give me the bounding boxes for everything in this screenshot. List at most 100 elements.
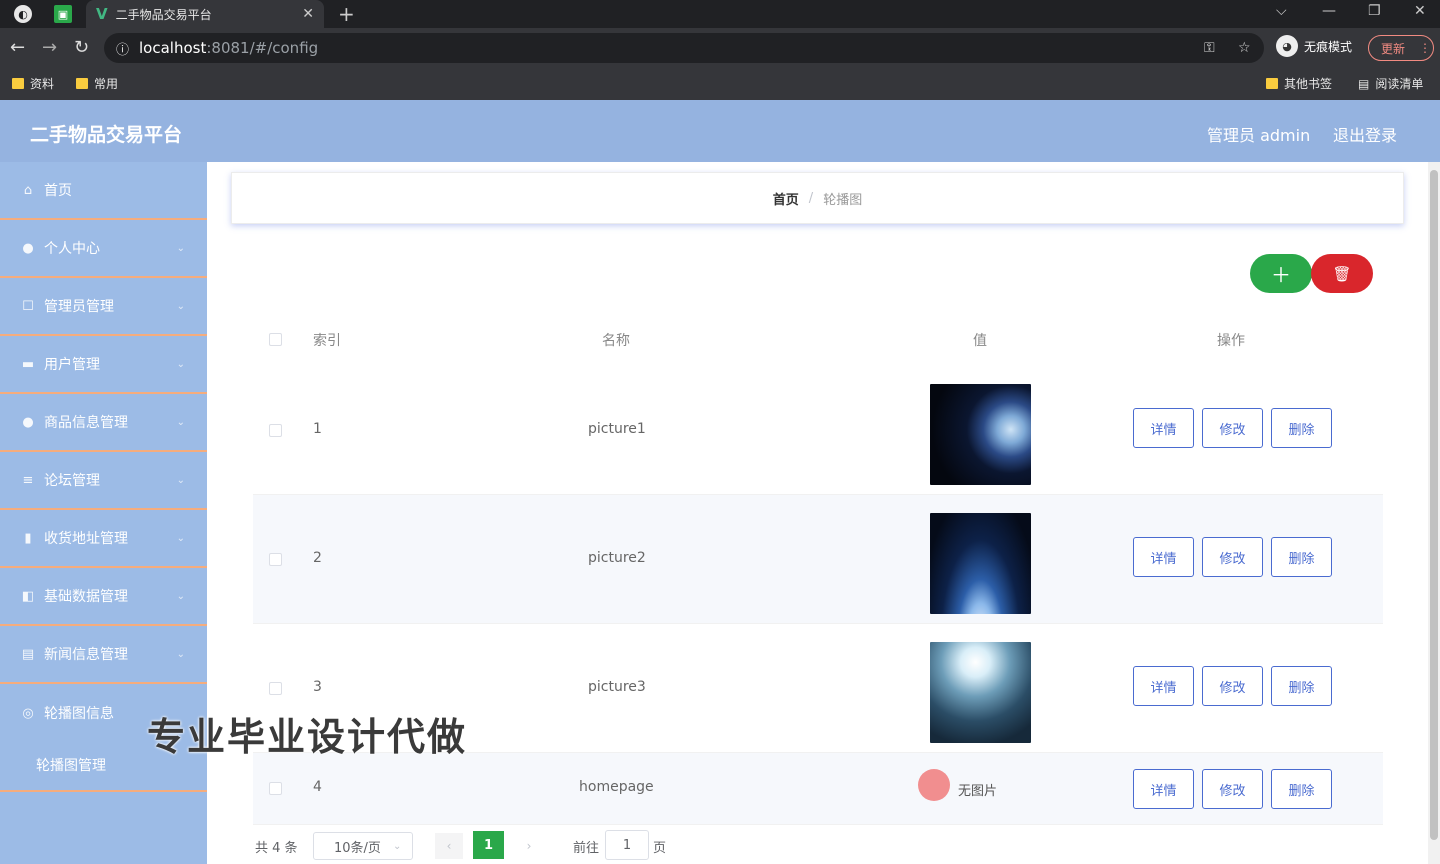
detail-button[interactable]: 详情 (1133, 537, 1194, 577)
current-user: 管理员 admin (1207, 126, 1311, 145)
reading-list[interactable]: ▤ 阅读清单 (1358, 75, 1423, 92)
chevron-down-icon: ⌄ (176, 474, 185, 486)
chevron-down-icon: ⌄ (176, 242, 185, 254)
app-title: 二手物品交易平台 (30, 124, 183, 146)
bookmark-folder-1[interactable]: 常用 (76, 75, 118, 92)
detail-button[interactable]: 详情 (1133, 408, 1194, 448)
edit-button[interactable]: 修改 (1202, 666, 1263, 706)
carousel-image[interactable] (930, 513, 1031, 614)
sidebar-item-label: 轮播图信息 (44, 706, 114, 722)
sidebar-item-label: 基础数据管理 (44, 589, 128, 605)
row-checkbox[interactable] (269, 424, 282, 437)
admin-icon: ☐ (22, 298, 34, 314)
row-checkbox[interactable] (269, 682, 282, 695)
back-icon[interactable]: ← (10, 37, 25, 58)
bookmark-label: 其他书签 (1284, 77, 1333, 91)
add-button[interactable]: ＋ (1250, 254, 1312, 293)
detail-button[interactable]: 详情 (1133, 666, 1194, 706)
edit-button[interactable]: 修改 (1202, 769, 1263, 809)
bookmark-folder-0[interactable]: 资料 (12, 75, 54, 92)
header-name: 名称 (602, 333, 630, 349)
breadcrumb: 首页 / 轮播图 (231, 172, 1404, 224)
row-actions: 详情 修改 删除 (1133, 408, 1332, 448)
data-icon: ◧ (21, 588, 35, 604)
bookmark-label: 资料 (30, 77, 55, 91)
vue-logo-icon: V (96, 5, 108, 23)
sidebar-item-address[interactable]: ▮ 收货地址管理 ⌄ (0, 510, 207, 568)
minimize-icon[interactable]: — (1322, 3, 1336, 19)
new-tab-icon[interactable]: + (338, 2, 355, 26)
carousel-image[interactable] (930, 642, 1031, 743)
sidebar-item-label: 用户管理 (44, 357, 100, 373)
page-size-select[interactable]: 10条/页 ⌄ (313, 832, 413, 860)
sidebar-item-profile[interactable]: ● 个人中心 ⌄ (0, 220, 207, 278)
row-name: homepage (579, 779, 654, 795)
browser-menu-icon[interactable]: ◐ (14, 5, 32, 23)
incognito-label: 无痕模式 (1304, 39, 1353, 54)
watermark-text: 专业毕业设计代做 (147, 715, 468, 759)
restore-icon[interactable]: ❐ (1368, 3, 1381, 19)
edit-button[interactable]: 修改 (1202, 537, 1263, 577)
next-page-icon[interactable]: › (515, 833, 543, 859)
table-header: 索引 名称 值 操作 (253, 312, 1383, 366)
folder-icon (1266, 78, 1278, 89)
detail-button[interactable]: 详情 (1133, 769, 1194, 809)
sidebar-item-label: 商品信息管理 (44, 415, 128, 431)
key-icon[interactable]: ⚿ (1204, 40, 1215, 56)
bookmark-label: 阅读清单 (1375, 77, 1424, 91)
current-page[interactable]: 1 (473, 831, 504, 859)
app-tab-icon[interactable]: ▣ (54, 5, 72, 23)
scrollbar-thumb[interactable] (1430, 170, 1438, 840)
cursor-highlight (918, 769, 950, 801)
forward-icon[interactable]: → (42, 37, 57, 58)
prev-page-icon[interactable]: ‹ (435, 833, 463, 859)
tab-close-icon[interactable]: ✕ (302, 6, 314, 22)
sidebar-item-forum[interactable]: ≡ 论坛管理 ⌄ (0, 452, 207, 510)
delete-button[interactable]: 删除 (1271, 769, 1332, 809)
app-header: 二手物品交易平台 管理员 admin 退出登录 (0, 100, 1440, 162)
update-button[interactable]: 更新 ⋮ (1368, 35, 1434, 61)
header-ops: 操作 (1217, 333, 1245, 349)
goto-page-input[interactable]: 1 (605, 830, 649, 860)
row-index: 2 (313, 550, 322, 566)
url-field[interactable]: ⓘ localhost:8081/#/config ⚿ ☆ (104, 33, 1264, 63)
tab-title: 二手物品交易平台 (115, 7, 212, 22)
plus-icon: ＋ (1271, 263, 1291, 287)
breadcrumb-home[interactable]: 首页 (773, 189, 799, 208)
carousel-image[interactable] (930, 384, 1031, 485)
header-index: 索引 (313, 333, 341, 349)
browser-tab[interactable]: V 二手物品交易平台 ✕ (86, 0, 324, 28)
table-row: 1 picture1 详情 修改 删除 (253, 366, 1383, 495)
row-checkbox[interactable] (269, 553, 282, 566)
sidebar-item-label: 新闻信息管理 (44, 647, 128, 663)
page-size-value: 10条/页 (334, 840, 381, 856)
close-window-icon[interactable]: ✕ (1414, 3, 1426, 19)
delete-button[interactable]: 删除 (1271, 666, 1332, 706)
pagination: 共 4 条 10条/页 ⌄ ‹ 1 › 前往 1 页 (253, 830, 753, 862)
other-bookmarks[interactable]: 其他书签 (1266, 75, 1332, 92)
incognito-icon: ◕ (1276, 35, 1298, 57)
select-all-checkbox[interactable] (269, 333, 282, 346)
delete-button[interactable]: 删除 (1271, 408, 1332, 448)
logout-link[interactable]: 退出登录 (1333, 122, 1397, 146)
sidebar-item-news[interactable]: ▤ 新闻信息管理 ⌄ (0, 626, 207, 684)
sidebar-item-basic-data[interactable]: ◧ 基础数据管理 ⌄ (0, 568, 207, 626)
row-checkbox[interactable] (269, 782, 282, 795)
incognito-indicator[interactable]: ◕ 无痕模式 (1276, 35, 1352, 57)
home-icon: ⌂ (23, 182, 33, 198)
site-info-icon[interactable]: ⓘ (116, 39, 129, 58)
star-icon[interactable]: ☆ (1238, 40, 1251, 56)
row-actions: 详情 修改 删除 (1133, 537, 1332, 577)
tab-search-icon[interactable]: ⌵ (1276, 3, 1287, 19)
user-icon: ● (22, 240, 34, 256)
delete-button[interactable]: 删除 (1271, 537, 1332, 577)
reload-icon[interactable]: ↻ (74, 37, 89, 58)
batch-delete-button[interactable]: 🗑 (1311, 254, 1373, 293)
sidebar-item-goods[interactable]: ● 商品信息管理 ⌄ (0, 394, 207, 452)
sidebar-item-admins[interactable]: ☐ 管理员管理 ⌄ (0, 278, 207, 336)
sidebar-item-users[interactable]: ▬ 用户管理 ⌄ (0, 336, 207, 394)
reading-list-icon: ▤ (1358, 76, 1370, 91)
edit-button[interactable]: 修改 (1202, 408, 1263, 448)
users-icon: ▬ (21, 356, 35, 372)
sidebar-item-home[interactable]: ⌂ 首页 (0, 162, 207, 220)
